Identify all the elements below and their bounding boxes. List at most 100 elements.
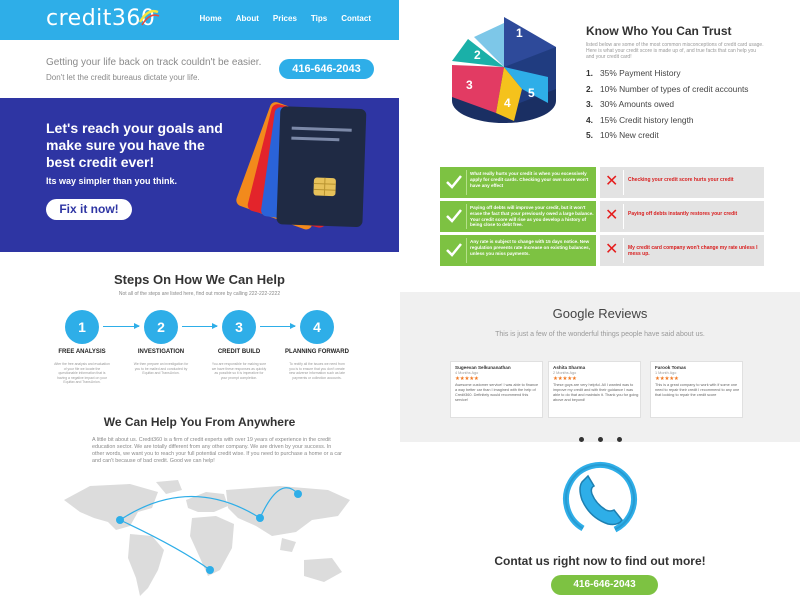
myth-cell: ✕ Checking your credit score hurts your …	[600, 167, 764, 198]
banner-subheading: Its way simpler than you think.	[46, 176, 178, 186]
star-rating-icon: ★★★★★	[655, 376, 679, 382]
pie-label-1: 1	[516, 26, 523, 40]
review-text: Awesome customer service! I was able to …	[455, 383, 539, 402]
step-4-label: PLANNING FORWARD	[285, 349, 349, 355]
help-body: A little bit about us. Credit360 is a fi…	[92, 437, 342, 464]
nav-contact[interactable]: Contact	[341, 14, 371, 23]
step-1-circle: 1	[65, 310, 99, 344]
fact-text: Paying off debts will improve your credi…	[470, 205, 594, 228]
phone-button[interactable]: 416-646-2043	[279, 59, 374, 79]
table-row: Paying off debts will improve your credi…	[440, 201, 764, 232]
myth-vs-fact-table: What really hurts your credit is when yo…	[440, 167, 764, 269]
carousel-dot[interactable]	[597, 437, 603, 442]
carousel-dots	[400, 429, 800, 447]
x-mark-icon: ✕	[605, 241, 619, 258]
hero-subline: Don't let the credit bureaus dictate you…	[46, 73, 200, 82]
step-1-description: After the free analysis and evaluation o…	[54, 362, 110, 384]
contact-phone-button[interactable]: 416-646-2043	[551, 575, 658, 595]
fact-cell: Paying off debts will improve your credi…	[440, 201, 596, 232]
pie-label-2: 2	[474, 48, 481, 62]
myth-cell: ✕ Paying off debts instantly restores yo…	[600, 201, 764, 232]
banner-heading: Let's reach your goals and make sure you…	[46, 120, 223, 170]
list-item: 4. 15% Credit history length	[586, 114, 694, 125]
myth-text: Paying off debts instantly restores your…	[628, 211, 738, 217]
list-item: 1. 35% Payment History	[586, 68, 681, 78]
table-row: What really hurts your credit is when yo…	[440, 167, 764, 198]
x-mark-icon: ✕	[605, 207, 619, 224]
review-date: 1 Month Ago	[655, 371, 677, 375]
nav-prices[interactable]: Prices	[273, 14, 297, 23]
nav-tips[interactable]: Tips	[311, 14, 327, 23]
review-card: Sugeevan Selkunanathan 4 Months Ago ★★★★…	[450, 361, 543, 418]
nav-about[interactable]: About	[236, 14, 259, 23]
step-2-label: INVESTIGATION	[137, 349, 185, 355]
step-2-circle: 2	[144, 310, 178, 344]
reviewer-name: Ashita Sharma	[553, 365, 586, 370]
review-date: 4 Months Ago	[455, 371, 479, 375]
myth-cell: ✕ My credit card company won't change my…	[600, 235, 764, 266]
nav-links: Home About Prices Tips Contact	[200, 14, 371, 23]
reviewer-name: Farook Tomas	[655, 365, 687, 370]
pie-label-3: 3	[466, 78, 473, 92]
credit-factors-list: 1. 35% Payment History 2. 10% Number of ty…	[586, 66, 749, 144]
hero-tagline: Getting your life back on track couldn't…	[46, 57, 262, 68]
step-arrow-icon	[182, 323, 218, 329]
review-card: Ashita Sharma 2 Months Ago ★★★★★ These g…	[548, 361, 641, 418]
fact-cell: What really hurts your credit is when yo…	[440, 167, 596, 198]
reviews-subtitle: This is just a few of the wonderful thin…	[495, 331, 705, 338]
step-3-circle: 3	[222, 310, 256, 344]
reviewer-name: Sugeevan Selkunanathan	[455, 365, 511, 370]
pie-label-4: 4	[504, 96, 511, 110]
hero-banner: Let's reach your goals and make sure you…	[0, 98, 399, 252]
contact-title: Contat us right now to find out more!	[494, 554, 706, 568]
fact-cell: Any rate is subject to change with 15 da…	[440, 235, 596, 266]
fix-it-now-button[interactable]: Fix it now!	[46, 199, 132, 220]
review-text: These guys are very helpful. All I wante…	[553, 383, 639, 402]
pie-label-5: 5	[528, 86, 535, 100]
world-map-image	[64, 480, 350, 596]
step-4-circle: 4	[300, 310, 334, 344]
myth-text: Checking your credit score hurts your cr…	[628, 177, 734, 183]
trust-title: Know Who You Can Trust	[586, 24, 732, 38]
list-item: 3. 30% Amounts owed	[586, 99, 675, 109]
step-4-description: To rectify all the issues we need from y…	[289, 362, 345, 380]
step-2-description: We then prepare an investigation for you…	[133, 362, 189, 375]
carousel-dot[interactable]	[578, 437, 584, 442]
step-arrow-icon	[103, 323, 140, 329]
review-card: Farook Tomas 1 Month Ago ★★★★★ This is a…	[650, 361, 743, 418]
x-mark-icon: ✕	[605, 173, 619, 190]
google-reviews-section: Google Reviews This is just a few of the…	[400, 292, 800, 442]
fact-text: Any rate is subject to change with 15 da…	[470, 239, 590, 256]
check-icon	[446, 243, 462, 257]
logo[interactable]: credit360	[46, 6, 160, 36]
reviews-title: Google Reviews	[552, 306, 648, 321]
check-icon	[446, 209, 462, 223]
fact-text: What really hurts your credit is when yo…	[470, 171, 589, 188]
credit-score-pie-chart: 1 2 3 4 5	[452, 17, 556, 123]
trust-body: listed below are some of the most common…	[586, 42, 764, 60]
list-item: 2. 10% Number of types of credit accounts	[586, 83, 749, 94]
myth-text: My credit card company won't change my r…	[628, 245, 758, 257]
logo-swoosh-icon	[138, 9, 160, 26]
step-arrow-icon	[260, 323, 296, 329]
step-1-label: FREE ANALYSIS	[58, 349, 106, 355]
credit-cards-image	[236, 102, 367, 230]
review-text: This is a great company to work with if …	[655, 383, 740, 397]
check-icon	[446, 175, 462, 189]
left-page: credit360 Home About Prices Tips Contact…	[0, 0, 399, 600]
step-3-description: You are responsible for making sure we h…	[211, 362, 267, 380]
hero-strip: Getting your life back on track couldn't…	[0, 40, 399, 98]
step-3-label: CREDIT BUILD	[217, 349, 261, 355]
review-date: 2 Months Ago	[553, 371, 577, 375]
steps-title: Steps On How We Can Help	[114, 272, 285, 287]
right-page: 1 2 3 4 5 Know Who You Can Trust listed …	[400, 0, 800, 600]
steps-subtitle: Not all of the steps are listed here, fi…	[118, 291, 281, 297]
carousel-dot[interactable]	[616, 437, 622, 442]
table-row: Any rate is subject to change with 15 da…	[440, 235, 764, 266]
star-rating-icon: ★★★★★	[455, 376, 479, 382]
nav-home[interactable]: Home	[200, 14, 222, 23]
top-nav: credit360 Home About Prices Tips Contact	[0, 0, 399, 40]
help-title: We Can Help You From Anywhere	[103, 415, 296, 429]
phone-icon	[563, 462, 637, 536]
list-item: 5. 10% New credit	[586, 130, 659, 140]
